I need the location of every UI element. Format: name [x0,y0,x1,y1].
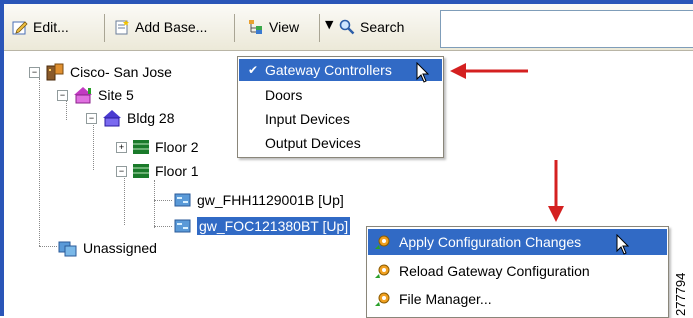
tree-label: Unassigned [83,240,157,256]
collapse-icon[interactable]: − [29,66,40,78]
gear-icon [375,235,390,249]
add-base-icon [115,20,129,35]
toolbar-separator [319,14,320,42]
menu-item-label: Apply Configuration Changes [399,234,582,250]
menu-item-label: Doors [265,87,303,103]
gear-icon [375,264,390,278]
toolbar: Edit... Add Base... View ▼ Search [4,4,693,51]
add-base-button[interactable]: Add Base... [114,15,207,39]
collapse-icon[interactable]: − [86,112,97,124]
edit-label: Edit... [33,19,69,35]
tree-label: Floor 2 [155,139,199,155]
tree-node-building[interactable]: − Bldg 28 [86,108,174,128]
campus-icon [46,63,64,81]
toolbar-separator [234,14,235,42]
search-button[interactable]: Search [339,15,404,39]
search-input[interactable] [440,10,693,48]
menu-item-input-devices[interactable]: Input Devices [239,108,442,130]
tree-node-gateway[interactable]: gw_FHH1129001B [Up] [174,190,344,210]
site-icon [74,87,92,104]
tree-connector [39,78,40,246]
gear-icon [375,292,390,306]
search-icon [339,19,355,35]
tree-node-floor-2[interactable]: + Floor 2 [116,137,199,157]
tree-label: gw_FHH1129001B [Up] [197,192,344,208]
menu-item-gateway-controllers[interactable]: ✔ Gateway Controllers [239,59,442,81]
menu-item-doors[interactable]: Doors [239,84,442,106]
tree-connector [154,200,172,201]
tree-node-unassigned[interactable]: Unassigned [58,238,157,258]
callout-arrow-left-icon [450,63,528,79]
search-label: Search [360,19,405,35]
collapse-icon[interactable]: − [116,165,127,177]
menu-item-label: Input Devices [265,111,350,127]
gateway-icon [174,193,191,207]
tree-connector [93,123,94,170]
view-label: View [269,19,300,35]
menu-item-label: Output Devices [265,135,361,151]
menu-item-output-devices[interactable]: Output Devices [239,132,442,154]
collapse-icon[interactable]: − [57,89,68,101]
tree-node-site[interactable]: − Site 5 [57,85,134,105]
view-dropdown-menu: ✔ Gateway Controllers Doors Input Device… [237,56,444,158]
tree-node-gateway-selected[interactable]: gw_FOC121380BT [Up] [174,216,351,236]
menu-item-label: Gateway Controllers [265,62,392,78]
unassigned-devices-icon [58,241,77,257]
tree-label: Floor 1 [155,163,199,179]
edit-icon [12,21,28,35]
tree-node-floor-1[interactable]: − Floor 1 [116,161,199,181]
toolbar-separator [104,14,105,42]
mouse-pointer-icon [416,62,430,83]
tree-label: Site 5 [98,87,134,103]
view-tree-icon [249,20,262,34]
menu-item-label: File Manager... [399,291,492,307]
callout-arrow-down-icon [548,160,564,222]
tree-connector [154,226,172,227]
building-icon [103,110,121,127]
menu-item-file-manager[interactable]: File Manager... [368,286,667,312]
tree-connector [154,180,155,228]
menu-item-reload-configuration[interactable]: Reload Gateway Configuration [368,258,667,284]
tree-node-root[interactable]: − Cisco- San Jose [29,62,172,82]
tree-label: Cisco- San Jose [70,64,172,80]
tree-label: gw_FOC121380BT [Up] [197,217,351,235]
menu-item-label: Reload Gateway Configuration [399,263,590,279]
edit-button[interactable]: Edit... [12,15,69,39]
view-button[interactable]: View [248,15,299,39]
floor-icon [133,164,149,178]
mouse-pointer-icon [616,234,630,255]
floor-icon [133,140,149,154]
tree-connector [39,246,57,247]
tree-label: Bldg 28 [127,110,175,126]
expand-icon[interactable]: + [116,141,127,153]
view-dropdown-arrow-icon[interactable]: ▼ [325,18,333,31]
checkmark-icon: ✔ [248,63,259,77]
figure-number: 277794 [673,272,688,316]
gateway-icon [174,219,191,233]
add-base-label: Add Base... [135,19,208,35]
